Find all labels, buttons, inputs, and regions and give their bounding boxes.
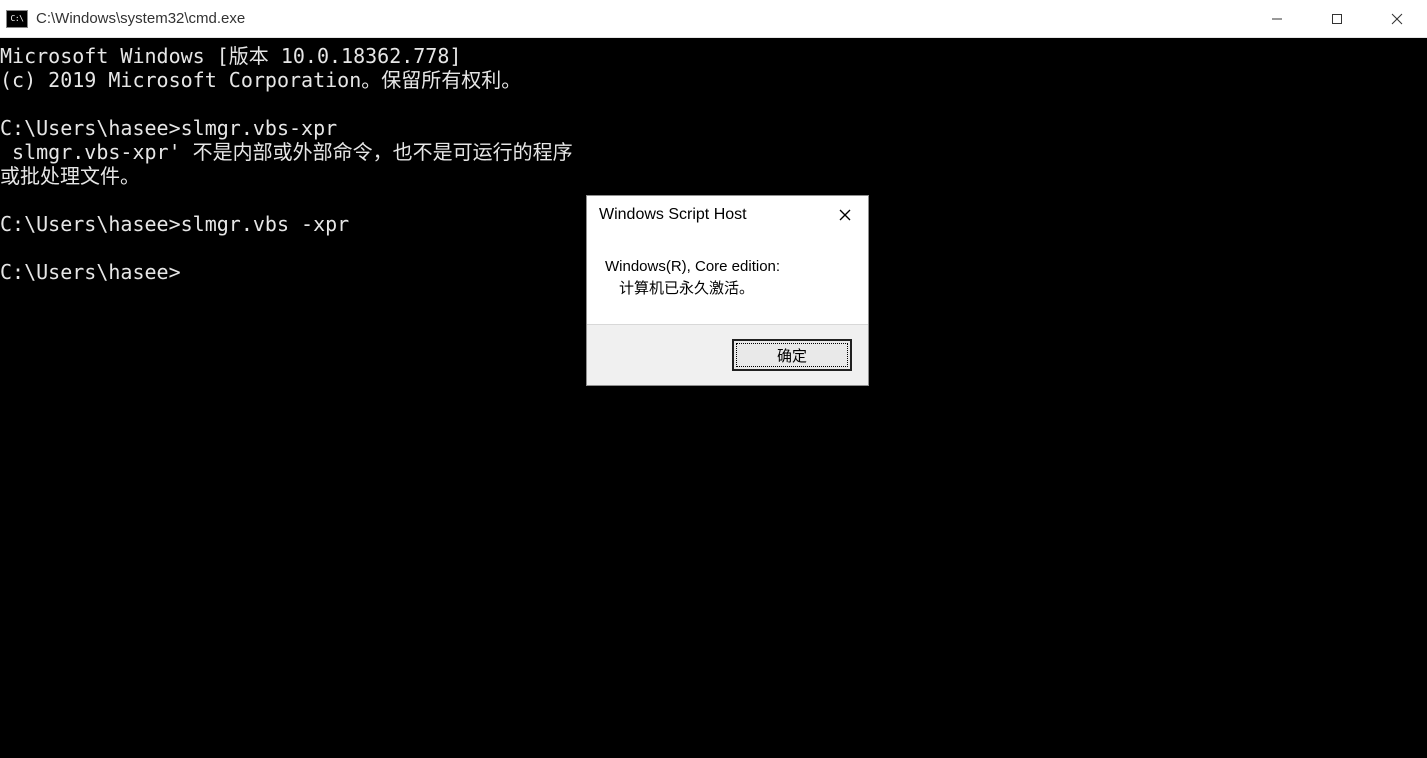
window-title: C:\Windows\system32\cmd.exe — [36, 10, 1247, 27]
terminal-line: slmgr.vbs-xpr' 不是内部或外部命令，也不是可运行的程序 — [0, 140, 1427, 164]
terminal-line: 或批处理文件。 — [0, 164, 1427, 188]
titlebar[interactable]: C:\Windows\system32\cmd.exe — [0, 0, 1427, 38]
dialog-body: Windows(R), Core edition: 计算机已永久激活。 — [587, 234, 868, 324]
window-controls — [1247, 0, 1427, 37]
terminal-output[interactable]: Microsoft Windows [版本 10.0.18362.778](c)… — [0, 38, 1427, 758]
dialog-message-line2: 计算机已永久激活。 — [605, 277, 850, 298]
dialog-footer: 确定 — [587, 324, 868, 385]
dialog-message-line1: Windows(R), Core edition: — [605, 258, 850, 275]
close-icon — [839, 209, 851, 221]
terminal-line: Microsoft Windows [版本 10.0.18362.778] — [0, 44, 1427, 68]
terminal-line: (c) 2019 Microsoft Corporation。保留所有权利。 — [0, 68, 1427, 92]
dialog-close-button[interactable] — [822, 196, 868, 234]
terminal-line: C:\Users\hasee>slmgr.vbs-xpr — [0, 116, 1427, 140]
ok-button[interactable]: 确定 — [732, 339, 852, 371]
close-button[interactable] — [1367, 0, 1427, 37]
maximize-button[interactable] — [1307, 0, 1367, 37]
cmd-icon — [6, 10, 28, 28]
minimize-button[interactable] — [1247, 0, 1307, 37]
wsh-dialog: Windows Script Host Windows(R), Core edi… — [586, 195, 869, 386]
dialog-titlebar[interactable]: Windows Script Host — [587, 196, 868, 234]
dialog-title: Windows Script Host — [599, 206, 822, 224]
terminal-line — [0, 92, 1427, 116]
